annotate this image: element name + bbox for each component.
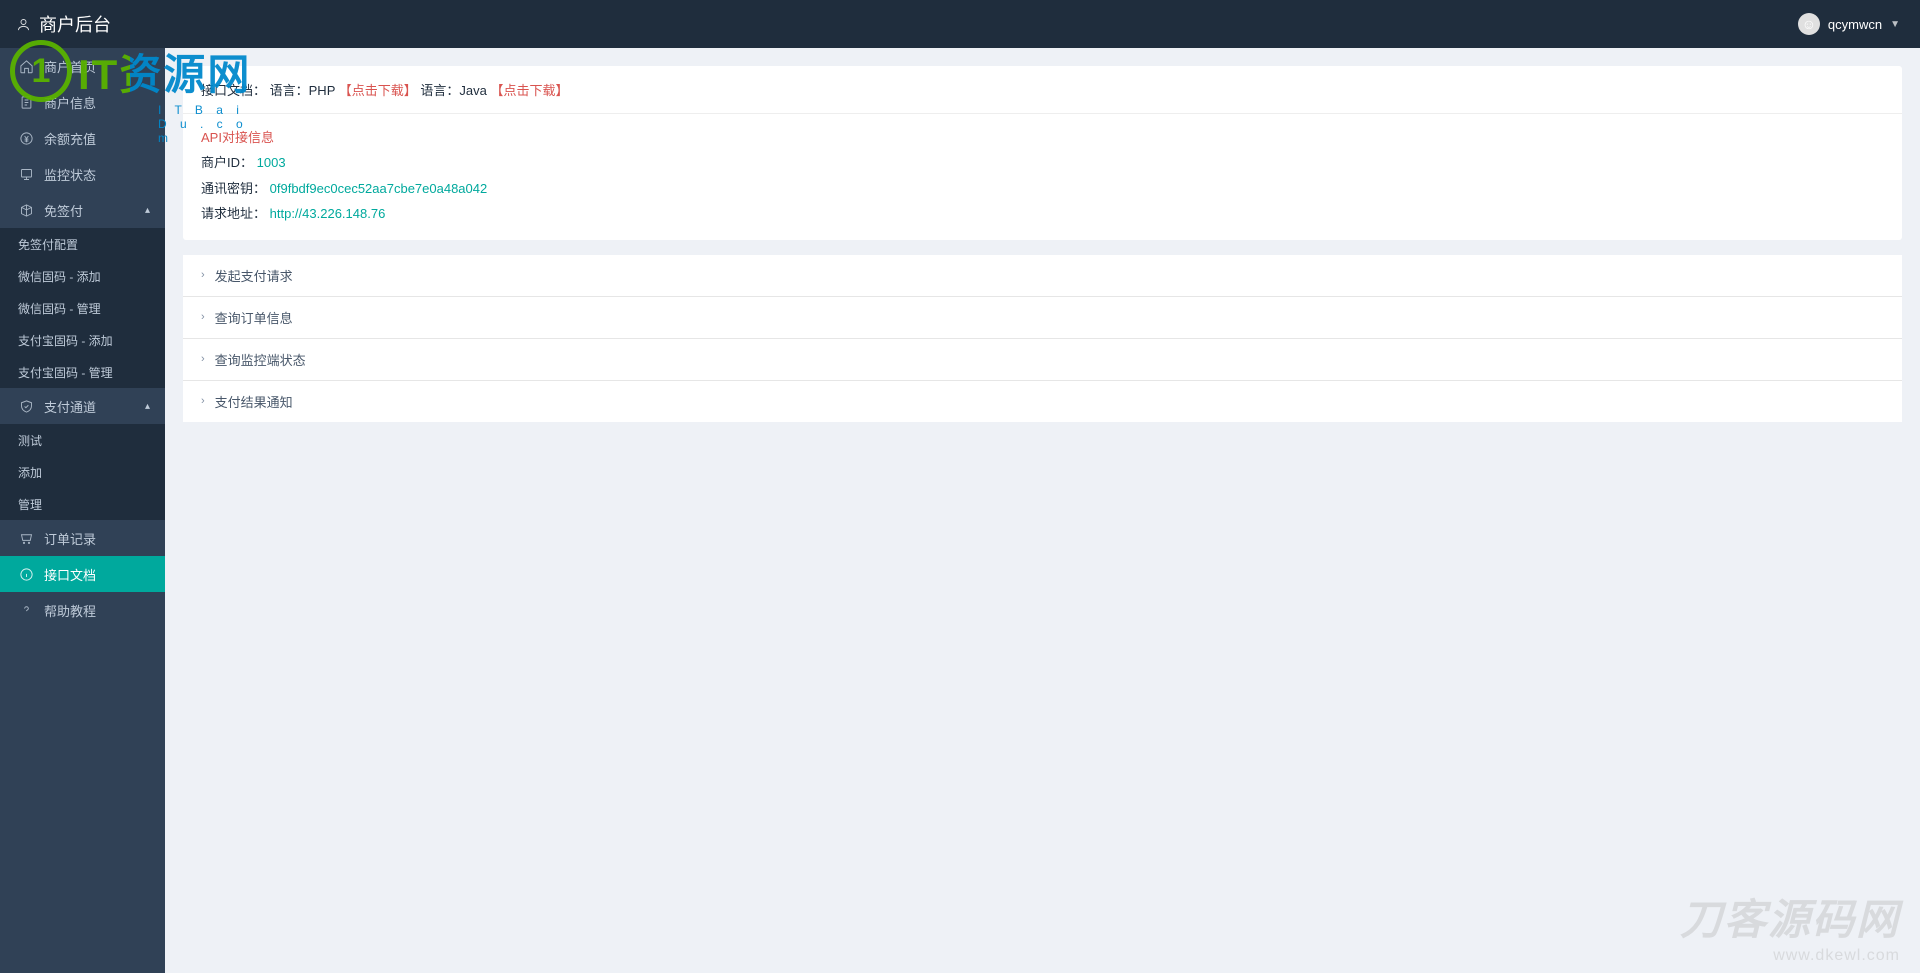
sidebar-item-label: 免签付配置	[18, 236, 78, 253]
sidebar-item-label: 商户首页	[44, 57, 96, 76]
sidebar-item-home[interactable]: 商户首页	[0, 48, 165, 84]
merchant-id-label: 商户ID：	[201, 155, 253, 170]
sidebar-submenu-mianqian: 免签付配置 微信固码 - 添加 微信固码 - 管理 支付宝固码 - 添加 支付宝…	[0, 228, 165, 388]
chevron-up-icon: ▴	[145, 401, 150, 412]
cube-icon	[18, 202, 34, 218]
sidebar-item-label: 监控状态	[44, 165, 96, 184]
chevron-right-icon: ›	[201, 311, 205, 323]
accordion-label: 查询订单信息	[215, 308, 293, 327]
shield-icon	[18, 398, 34, 414]
sidebar-item-recharge[interactable]: 余额充值	[0, 120, 165, 156]
url-label: 请求地址：	[201, 206, 266, 221]
sidebar-item-label: 微信固码 - 管理	[18, 300, 101, 317]
panel-head: 接口文档： 语言：PHP 【点击下载】 语言：Java 【点击下载】	[183, 66, 1902, 113]
info-icon	[18, 566, 34, 582]
accordion-panel: › 发起支付请求 › 查询订单信息 › 查询监控端状态 › 支付结果通知	[183, 255, 1902, 422]
monitor-icon	[18, 166, 34, 182]
sidebar-sub-ali-add[interactable]: 支付宝固码 - 添加	[0, 324, 165, 356]
chevron-right-icon: ›	[201, 269, 205, 281]
api-info-title: API对接信息	[201, 126, 1884, 149]
url-row: 请求地址： http://43.226.148.76	[201, 202, 1884, 225]
merchant-id-value: 1003	[257, 155, 286, 170]
lang-php-label: 语言：PHP	[270, 83, 336, 98]
sidebar: 商户首页 商户信息 余额充值 监控状态 免签付 ▴ 免签付配置 微信固码 -	[0, 48, 165, 973]
sidebar-item-label: 添加	[18, 464, 42, 481]
question-icon	[18, 602, 34, 618]
chevron-right-icon: ›	[201, 353, 205, 365]
sidebar-sub-wx-manage[interactable]: 微信固码 - 管理	[0, 292, 165, 324]
sidebar-sub-ali-manage[interactable]: 支付宝固码 - 管理	[0, 356, 165, 388]
sidebar-item-label: 免签付	[44, 201, 83, 220]
doc-prefix: 接口文档：	[201, 83, 266, 98]
sidebar-item-label: 订单记录	[44, 529, 96, 548]
accordion-label: 支付结果通知	[215, 392, 293, 411]
caret-down-icon: ▼	[1890, 19, 1900, 30]
main-content: 接口文档： 语言：PHP 【点击下载】 语言：Java 【点击下载】 API对接…	[165, 48, 1920, 973]
secret-value: 0f9fbdf9ec0cec52aa7cbe7e0a48a042	[270, 181, 488, 196]
sidebar-sub-mianqian-config[interactable]: 免签付配置	[0, 228, 165, 260]
accordion-label: 发起支付请求	[215, 266, 293, 285]
accordion-query-order[interactable]: › 查询订单信息	[183, 297, 1902, 339]
avatar: ☺	[1798, 13, 1820, 35]
sidebar-sub-manage[interactable]: 管理	[0, 488, 165, 520]
accordion-label: 查询监控端状态	[215, 350, 306, 369]
accordion-pay-notify[interactable]: › 支付结果通知	[183, 381, 1902, 422]
secret-row: 通讯密钥： 0f9fbdf9ec0cec52aa7cbe7e0a48a042	[201, 177, 1884, 200]
user-menu[interactable]: ☺ qcymwcn ▼	[1798, 13, 1900, 35]
merchant-id-row: 商户ID： 1003	[201, 151, 1884, 174]
chevron-right-icon: ›	[201, 395, 205, 407]
sidebar-sub-test[interactable]: 测试	[0, 424, 165, 456]
sidebar-item-monitor[interactable]: 监控状态	[0, 156, 165, 192]
sidebar-item-label: 商户信息	[44, 93, 96, 112]
sidebar-item-api-doc[interactable]: 接口文档	[0, 556, 165, 592]
home-icon	[18, 58, 34, 74]
chevron-up-icon: ▴	[145, 205, 150, 216]
app-header: 商户后台 ☺ qcymwcn ▼	[0, 0, 1920, 48]
sidebar-item-mianqian[interactable]: 免签付 ▴	[0, 192, 165, 228]
yen-icon	[18, 130, 34, 146]
download-php-link[interactable]: 【点击下载】	[339, 83, 417, 98]
request-url-link[interactable]: http://43.226.148.76	[270, 206, 386, 221]
sidebar-item-label: 支付宝固码 - 管理	[18, 364, 113, 381]
sidebar-item-paychannel[interactable]: 支付通道 ▴	[0, 388, 165, 424]
sidebar-item-label: 测试	[18, 432, 42, 449]
sidebar-item-merchant-info[interactable]: 商户信息	[0, 84, 165, 120]
lang-java-label: 语言：Java	[420, 83, 486, 98]
sidebar-item-label: 余额充值	[44, 129, 96, 148]
sidebar-item-label: 接口文档	[44, 565, 96, 584]
panel-body: API对接信息 商户ID： 1003 通讯密钥： 0f9fbdf9ec0cec5…	[183, 113, 1902, 240]
api-info-panel: 接口文档： 语言：PHP 【点击下载】 语言：Java 【点击下载】 API对接…	[183, 66, 1902, 240]
sidebar-item-label: 管理	[18, 496, 42, 513]
user-icon	[15, 16, 31, 32]
secret-label: 通讯密钥：	[201, 181, 266, 196]
username: qcymwcn	[1828, 17, 1882, 32]
sidebar-item-help[interactable]: 帮助教程	[0, 592, 165, 628]
accordion-pay-request[interactable]: › 发起支付请求	[183, 255, 1902, 297]
header-title-wrap: 商户后台	[15, 11, 111, 37]
sidebar-item-label: 支付宝固码 - 添加	[18, 332, 113, 349]
document-icon	[18, 94, 34, 110]
app-title: 商户后台	[39, 11, 111, 37]
sidebar-item-label: 支付通道	[44, 397, 96, 416]
accordion-query-monitor[interactable]: › 查询监控端状态	[183, 339, 1902, 381]
sidebar-item-orders[interactable]: 订单记录	[0, 520, 165, 556]
sidebar-sub-wx-add[interactable]: 微信固码 - 添加	[0, 260, 165, 292]
sidebar-sub-add[interactable]: 添加	[0, 456, 165, 488]
sidebar-submenu-paychannel: 测试 添加 管理	[0, 424, 165, 520]
sidebar-item-label: 帮助教程	[44, 601, 96, 620]
cart-icon	[18, 530, 34, 546]
sidebar-item-label: 微信固码 - 添加	[18, 268, 101, 285]
download-java-link[interactable]: 【点击下载】	[491, 83, 569, 98]
